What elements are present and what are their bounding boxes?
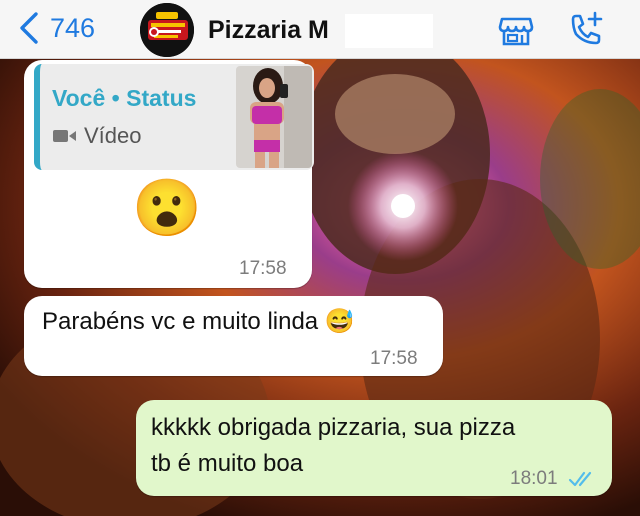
status-thumbnail (236, 66, 312, 168)
unread-count: 746 (50, 12, 96, 43)
contact-avatar[interactable] (140, 3, 194, 57)
quoted-status-title: Você • Status (52, 85, 196, 112)
quoted-media-type: Vídeo (52, 123, 142, 149)
chat-header: 746 Pizzaria M (0, 0, 640, 59)
quoted-media-label: Vídeo (84, 123, 142, 148)
message-timestamp: 18:01 (510, 468, 558, 489)
quoted-author: Você (52, 85, 106, 111)
store-icon (498, 17, 534, 46)
quoted-source: Status (126, 85, 197, 111)
add-call-icon (571, 11, 603, 45)
reaction-emoji: 😮 (132, 176, 202, 239)
message-text-line-2: tb é muito boa (151, 450, 304, 477)
message-text: Parabéns vc e muito linda 😅 (42, 308, 355, 335)
outgoing-message[interactable]: kkkkk obrigada pizzaria, sua pizza tb é … (136, 400, 612, 496)
chat-area[interactable]: Você • Status Vídeo 😮 17:58 Parabéns vc … (0, 59, 640, 516)
back-button[interactable]: 746 (16, 8, 95, 48)
incoming-message-status-reply[interactable]: Você • Status Vídeo 😮 17:58 (24, 60, 314, 288)
redaction-mark (345, 14, 433, 48)
chevron-left-icon (20, 12, 38, 44)
quoted-status[interactable]: Você • Status Vídeo (34, 64, 314, 170)
contact-name[interactable]: Pizzaria M (208, 16, 329, 45)
double-check-icon (568, 471, 592, 487)
pizzeria-logo (140, 3, 194, 57)
video-camera-icon (53, 130, 76, 142)
message-text-line-1: kkkkk obrigada pizzaria, sua pizza (151, 414, 516, 441)
add-call-button[interactable] (566, 10, 606, 50)
store-button[interactable] (496, 10, 536, 50)
message-timestamp: 17:58 (239, 258, 287, 279)
incoming-message[interactable]: Parabéns vc e muito linda 😅 17:58 (24, 296, 443, 376)
quoted-separator: • (111, 85, 120, 111)
message-timestamp: 17:58 (370, 348, 418, 369)
